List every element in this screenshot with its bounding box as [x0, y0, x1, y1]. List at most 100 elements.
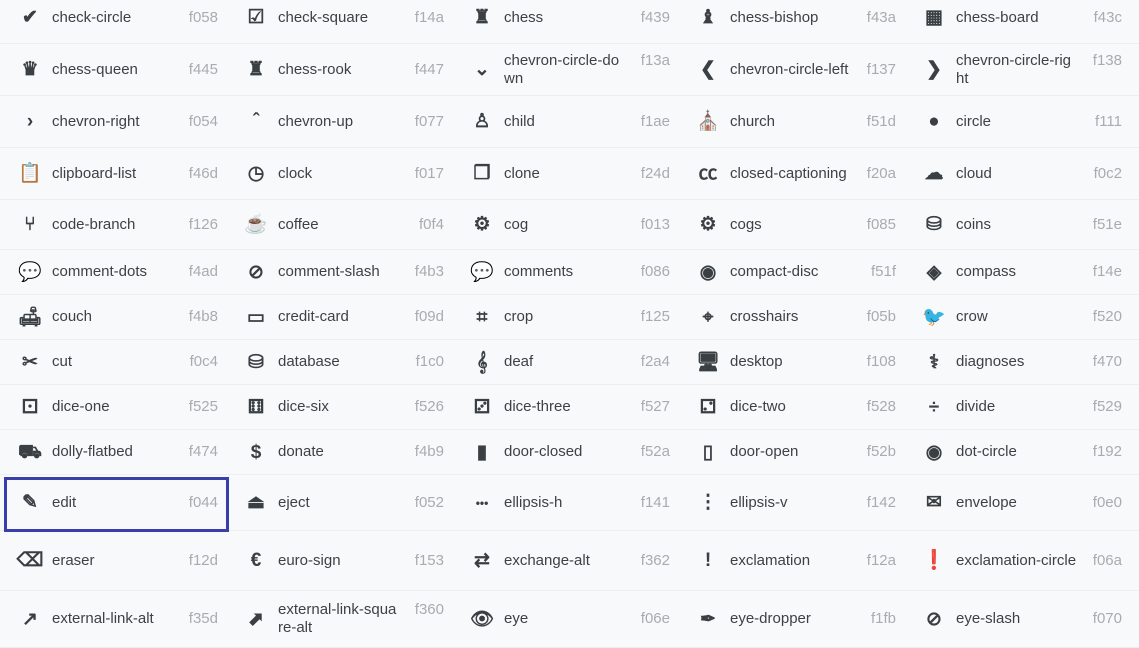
icon-name: compact-disc [730, 263, 819, 280]
icon-code: f070 [1092, 610, 1122, 627]
icon-cell-coffee[interactable]: ☕ coffee f0f4 [226, 200, 452, 249]
icon-code: f085 [866, 215, 896, 233]
icon-cell-crosshairs[interactable]: ⌖ crosshairs f05b [678, 295, 904, 339]
icon-cell-eye[interactable]: 👁 eye f06e [452, 591, 678, 647]
icon-code: f1fb [870, 610, 896, 627]
icon-cell-dice-six[interactable]: ⚅ dice-six f526 [226, 385, 452, 429]
icon-row: ⌫ eraser f12d € euro-sign f153 ⇄ exchange-… [0, 531, 1139, 591]
exclamation-icon: ! [704, 550, 712, 571]
icon-code: f43c [1093, 8, 1122, 26]
divide-icon: ÷ [928, 396, 940, 418]
icon-code: f43a [866, 8, 896, 26]
icon-name: exclamation-circle [956, 551, 1077, 569]
icon-cell-credit-card[interactable]: ▭ credit-card f09d [226, 295, 452, 339]
icon-cell-chess-board[interactable]: ▦ chess-board f43c [904, 0, 1130, 43]
icon-cell-external-link-alt[interactable]: ↗ external-link-alt f35d [0, 591, 226, 647]
icon-name: divide [956, 398, 996, 415]
icon-cell-door-open[interactable]: ▯ door-open f52b [678, 430, 904, 474]
icon-cell-clock[interactable]: ◷ clock f017 [226, 148, 452, 199]
icon-code: f054 [188, 112, 218, 130]
icon-code: f4b9 [414, 443, 444, 460]
icon-cell-cogs[interactable]: ⚙ cogs f085 [678, 200, 904, 249]
icon-cell-chess-rook[interactable]: ♜ chess-rook f447 [226, 44, 452, 95]
cog-icon: ⚙ [473, 214, 491, 235]
icon-cell-database[interactable]: ⛁ database f1c0 [226, 340, 452, 384]
icon-cell-church[interactable]: ⛪ church f51d [678, 96, 904, 147]
icon-cell-dot-circle[interactable]: ◉ dot-circle f192 [904, 430, 1130, 474]
icon-cell-chess-queen[interactable]: ♛ chess-queen f445 [0, 44, 226, 95]
comments-icon: 💬 [470, 261, 494, 283]
icon-cell-coins[interactable]: ⛁ coins f51e [904, 200, 1130, 249]
icon-cell-chevron-circle-left[interactable]: ❮ chevron-circle-left f137 [678, 44, 904, 95]
icon-name: dice-one [52, 398, 110, 415]
icon-cell-cut[interactable]: ✂ cut f0c4 [0, 340, 226, 384]
icon-cell-code-branch[interactable]: ⑂ code-branch f126 [0, 200, 226, 249]
icon-code: f46d [188, 164, 218, 182]
icon-cell-chevron-up[interactable]: ˆ chevron-up f077 [226, 96, 452, 147]
icon-cell-crop[interactable]: ⌗ crop f125 [452, 295, 678, 339]
icon-cell-dice-three[interactable]: ⚂ dice-three f527 [452, 385, 678, 429]
icon-name: envelope [956, 493, 1017, 511]
icon-cell-eye-slash[interactable]: ⊘ eye-slash f070 [904, 591, 1130, 647]
icon-cell-dice-two[interactable]: ⚁ dice-two f528 [678, 385, 904, 429]
icon-cell-ellipsis-v[interactable]: ⋮ ellipsis-v f142 [678, 475, 904, 530]
icon-cell-circle[interactable]: ● circle f111 [904, 96, 1130, 147]
icon-code: f125 [640, 308, 670, 325]
icon-code: f077 [414, 112, 444, 130]
icon-cell-chevron-circle-right[interactable]: ❯ chevron-circle-right f138 [904, 44, 1130, 95]
icon-name: circle [956, 112, 992, 130]
icon-row: ✎ edit f044 ⏏ eject f052 ••• ellipsis-h f1… [0, 475, 1139, 531]
icon-cell-couch[interactable]: 🛋 couch f4b8 [0, 295, 226, 339]
icon-cell-child[interactable]: ♙ child f1ae [452, 96, 678, 147]
icon-cell-dolly-flatbed[interactable]: ⛟ dolly-flatbed f474 [0, 430, 226, 474]
icon-cell-chevron-right[interactable]: › chevron-right f054 [0, 96, 226, 147]
icon-cell-divide[interactable]: ÷ divide f529 [904, 385, 1130, 429]
icon-cell-donate[interactable]: $ donate f4b9 [226, 430, 452, 474]
icon-cell-chevron-circle-down[interactable]: ⌄ chevron-circle-down f13a [452, 44, 678, 95]
icon-cell-compact-disc[interactable]: ◉ compact-disc f51f [678, 250, 904, 294]
icon-name: cogs [730, 215, 762, 233]
icon-cell-envelope[interactable]: ✉ envelope f0e0 [904, 475, 1130, 530]
icon-name: diagnoses [956, 353, 1025, 370]
icon-cell-door-closed[interactable]: ▮ door-closed f52a [452, 430, 678, 474]
icon-name: closed-captioning [730, 164, 847, 182]
icon-cell-euro-sign[interactable]: € euro-sign f153 [226, 531, 452, 590]
icon-name: ellipsis-h [504, 493, 563, 511]
icon-cell-crow[interactable]: 🐦 crow f520 [904, 295, 1130, 339]
icon-cell-desktop[interactable]: 🖥 desktop f108 [678, 340, 904, 384]
icon-cell-eject[interactable]: ⏏ eject f052 [226, 475, 452, 530]
crop-icon: ⌗ [476, 306, 488, 328]
icon-name: clipboard-list [52, 164, 137, 182]
icon-cell-chess-bishop[interactable]: ♝ chess-bishop f43a [678, 0, 904, 43]
icon-cell-comment-slash[interactable]: ⊘ comment-slash f4b3 [226, 250, 452, 294]
icon-code: f14a [414, 8, 444, 26]
icon-cell-clone[interactable]: ❐ clone f24d [452, 148, 678, 199]
icon-cell-eraser[interactable]: ⌫ eraser f12d [0, 531, 226, 590]
ellipsis-v-icon: ⋮ [698, 492, 718, 513]
icon-cell-check-circle[interactable]: ✔ check-circle f058 [0, 0, 226, 43]
icon-cell-deaf[interactable]: 𝄞 deaf f2a4 [452, 340, 678, 384]
icon-cell-cog[interactable]: ⚙ cog f013 [452, 200, 678, 249]
icon-code: f108 [866, 353, 896, 370]
icon-cell-clipboard-list[interactable]: 📋 clipboard-list f46d [0, 148, 226, 199]
icon-cell-dice-one[interactable]: ⚀ dice-one f525 [0, 385, 226, 429]
icon-cell-eye-dropper[interactable]: ✒ eye-dropper f1fb [678, 591, 904, 647]
icon-cell-closed-captioning[interactable]: ㏄ closed-captioning f20a [678, 148, 904, 199]
icon-cell-diagnoses[interactable]: ⚕ diagnoses f470 [904, 340, 1130, 384]
icon-cell-edit[interactable]: ✎ edit f044 [0, 475, 226, 530]
icon-cell-exclamation[interactable]: ! exclamation f12a [678, 531, 904, 590]
icon-code: f12a [866, 551, 896, 569]
icon-cell-check-square[interactable]: ☑ check-square f14a [226, 0, 452, 43]
icon-name: dolly-flatbed [52, 443, 133, 460]
icon-cell-compass[interactable]: ◈ compass f14e [904, 250, 1130, 294]
icon-cell-cloud[interactable]: ☁ cloud f0c2 [904, 148, 1130, 199]
icon-cell-exclamation-circle[interactable]: ❗ exclamation-circle f06a [904, 531, 1130, 590]
icon-code: f153 [414, 551, 444, 569]
icon-cell-comments[interactable]: 💬 comments f086 [452, 250, 678, 294]
icon-code: f14e [1092, 263, 1122, 280]
icon-cell-exchange-alt[interactable]: ⇄ exchange-alt f362 [452, 531, 678, 590]
icon-cell-chess[interactable]: ♜ chess f439 [452, 0, 678, 43]
icon-cell-ellipsis-h[interactable]: ••• ellipsis-h f141 [452, 475, 678, 530]
icon-cell-external-link-square-alt[interactable]: ⬈ external-link-square-alt f360 [226, 591, 452, 647]
icon-cell-comment-dots[interactable]: 💬 comment-dots f4ad [0, 250, 226, 294]
